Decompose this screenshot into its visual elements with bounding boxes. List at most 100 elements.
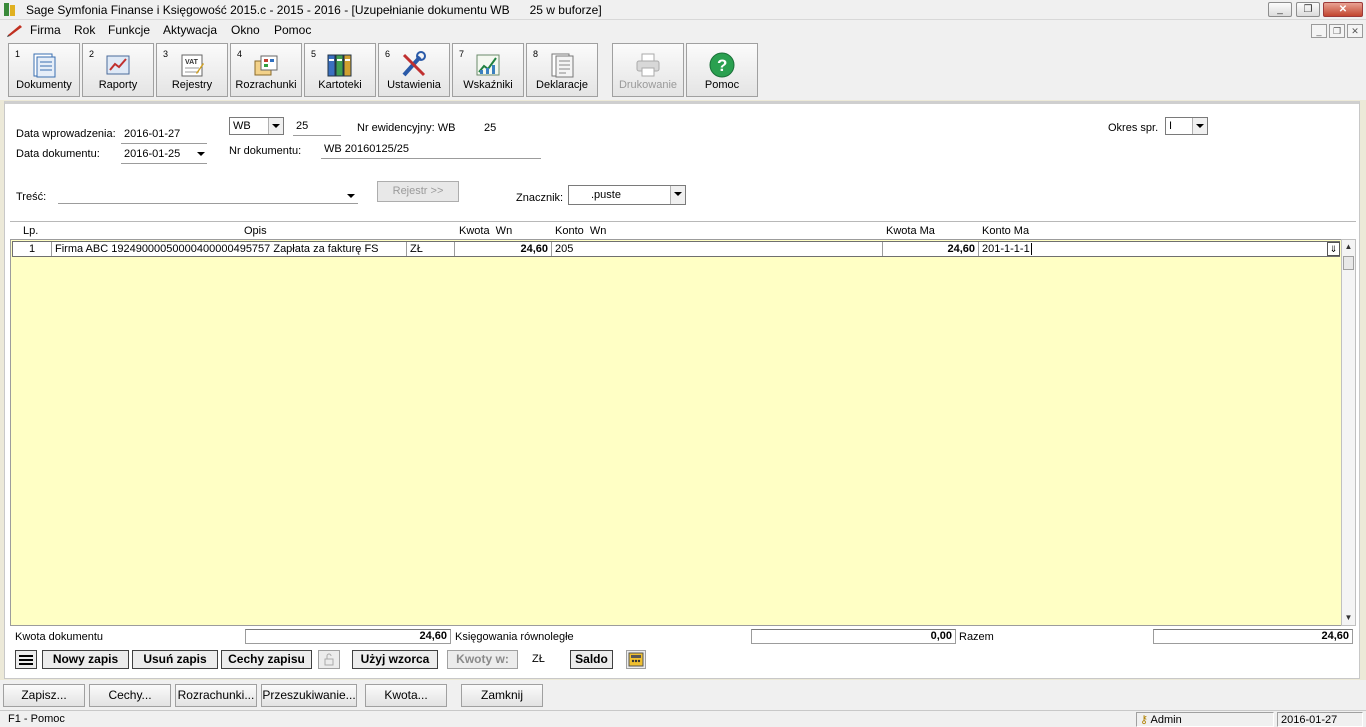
column-konto-wn[interactable]: Konto Wn — [555, 225, 606, 237]
toolbar-label: Raporty — [98, 79, 138, 91]
column-lp[interactable]: Lp. — [23, 225, 38, 237]
cechy-zapisu-button[interactable]: Cechy zapisu — [221, 650, 312, 669]
data-dokumentu-field[interactable]: 2016-01-25 — [121, 148, 207, 164]
menu-funkcje[interactable]: Funkcje — [108, 23, 150, 37]
toolbar-kartoteki-button[interactable]: 5 Kartoteki — [304, 43, 376, 97]
nr-dokumentu-field[interactable]: WB 20160125/25 — [321, 143, 541, 159]
menu-bar: Firma Rok Funkcje Aktywacja Okno Pomoc — [0, 20, 1366, 40]
column-kwota-ma[interactable]: Kwota Ma — [886, 225, 935, 237]
cechy-button[interactable]: Cechy... — [89, 684, 171, 707]
toolbar-dokumenty-button[interactable]: 1 Dokumenty — [8, 43, 80, 97]
tresc-field[interactable] — [58, 188, 358, 204]
svg-text:?: ? — [717, 56, 727, 75]
okres-select[interactable]: I — [1165, 117, 1208, 135]
lock-icon[interactable] — [318, 650, 340, 669]
kwota-dokumentu-label: Kwota dokumentu — [15, 631, 104, 643]
scroll-thumb[interactable] — [1343, 256, 1354, 270]
toolbar-ustawienia-button[interactable]: 6 Ustawienia — [378, 43, 450, 97]
main-toolbar: 1 Dokumenty 2 Raporty 3 VAT Rejestry 4 R… — [0, 40, 1366, 100]
window-title: Sage Symfonia Finanse i Księgowość 2015.… — [26, 3, 602, 17]
cell-kwota-ma[interactable]: 24,60 — [883, 242, 979, 256]
minimize-button[interactable]: _ — [1268, 2, 1292, 17]
document-number-field[interactable]: 25 — [293, 120, 341, 136]
toolbar-wskazniki-button[interactable]: 7 Wskaźniki — [452, 43, 524, 97]
shortcut-number: 5 — [311, 49, 317, 59]
chevron-down-icon[interactable] — [347, 194, 355, 198]
cell-waluta[interactable]: ZŁ — [407, 242, 455, 256]
saldo-button[interactable]: Saldo — [570, 650, 613, 669]
mdi-restore-button[interactable]: ❐ — [1329, 24, 1345, 38]
column-konto-ma[interactable]: Konto Ma — [982, 225, 1029, 237]
chevron-down-icon[interactable] — [268, 118, 283, 134]
menu-lines-icon[interactable] — [15, 650, 37, 669]
column-kwota-wn[interactable]: Kwota Wn — [459, 225, 512, 237]
account-picker-icon[interactable]: ⇓ — [1327, 242, 1340, 256]
shortcut-number: 3 — [163, 49, 169, 59]
cell-konto-wn[interactable]: 205 — [552, 242, 883, 256]
ksiegowania-value: 0,00 — [751, 629, 956, 644]
toolbar-label: Wskaźniki — [463, 79, 513, 91]
records-icon — [327, 54, 352, 77]
toolbar-deklaracje-button[interactable]: 8 Deklaracje — [526, 43, 598, 97]
close-button[interactable]: ✕ — [1323, 2, 1363, 17]
toolbar-label: Rozrachunki — [235, 79, 297, 91]
shortcut-number: 4 — [237, 49, 243, 59]
svg-text:VAT: VAT — [185, 59, 199, 66]
status-user-name: Admin — [1150, 714, 1182, 726]
cell-lp[interactable]: 1 — [13, 242, 52, 256]
znacznik-select[interactable]: .puste — [568, 185, 686, 205]
app-icon — [4, 3, 15, 16]
nr-ewidencyjny-label: Nr ewidencyjny: WB — [357, 122, 456, 134]
mdi-minimize-button[interactable]: _ — [1311, 24, 1327, 38]
rozrachunki-button[interactable]: Rozrachunki... — [175, 684, 257, 707]
calculator-icon[interactable] — [626, 650, 646, 669]
data-wprowadzenia-field[interactable]: 2016-01-27 — [121, 128, 207, 144]
shortcut-number: 7 — [459, 49, 465, 59]
shortcut-number: 6 — [385, 49, 391, 59]
data-dokumentu-label: Data dokumentu: — [16, 148, 100, 160]
settlements-icon — [254, 55, 278, 76]
uzyj-wzorca-button[interactable]: Użyj wzorca — [352, 650, 438, 669]
entries-grid[interactable] — [10, 239, 1342, 626]
chevron-down-icon[interactable] — [670, 186, 685, 204]
zapisz-button[interactable]: Zapisz... — [3, 684, 85, 707]
okres-value: I — [1169, 120, 1173, 132]
nowy-zapis-button[interactable]: Nowy zapis — [42, 650, 129, 669]
table-row[interactable]: 1 Firma ABC 19249000050000400000495757 Z… — [12, 241, 1340, 257]
title-bar: Sage Symfonia Finanse i Księgowość 2015.… — [0, 0, 1366, 20]
toolbar-rejestry-button[interactable]: 3 VAT Rejestry — [156, 43, 228, 97]
document-type-select[interactable]: WB — [229, 117, 284, 135]
restore-button[interactable]: ❐ — [1296, 2, 1320, 17]
toolbar-label: Ustawienia — [387, 79, 441, 91]
zamknij-button[interactable]: Zamknij — [461, 684, 543, 707]
documents-icon — [33, 53, 56, 78]
toolbar-rozrachunki-button[interactable]: 4 Rozrachunki — [230, 43, 302, 97]
menu-okno[interactable]: Okno — [231, 23, 260, 37]
kwoty-w-button[interactable]: Kwoty w: — [447, 650, 518, 669]
cell-kwota-wn[interactable]: 24,60 — [455, 242, 552, 256]
tresc-label: Treść: — [16, 191, 47, 203]
reports-icon — [106, 55, 130, 75]
toolbar-drukowanie-button[interactable]: Drukowanie — [612, 43, 684, 97]
cell-konto-ma[interactable]: 201-1-1-1 — [979, 242, 1325, 256]
column-opis[interactable]: Opis — [244, 225, 267, 237]
mdi-close-button[interactable]: ✕ — [1347, 24, 1363, 38]
toolbar-pomoc-button[interactable]: ? Pomoc — [686, 43, 758, 97]
scroll-down-icon[interactable]: ▼ — [1342, 611, 1355, 625]
toolbar-label: Drukowanie — [618, 79, 678, 91]
cell-opis[interactable]: Firma ABC 19249000050000400000495757 Zap… — [52, 242, 407, 256]
przeszukiwanie-button[interactable]: Przeszukiwanie... — [261, 684, 357, 707]
menu-firma[interactable]: Firma — [30, 23, 61, 37]
toolbar-raporty-button[interactable]: 2 Raporty — [82, 43, 154, 97]
usun-zapis-button[interactable]: Usuń zapis — [132, 650, 218, 669]
kwota-button[interactable]: Kwota... — [365, 684, 447, 707]
chevron-down-icon[interactable] — [197, 152, 205, 156]
menu-rok[interactable]: Rok — [74, 23, 95, 37]
grid-scrollbar[interactable]: ▲ ▼ — [1341, 239, 1356, 626]
menu-pomoc[interactable]: Pomoc — [274, 23, 311, 37]
rejestr-button[interactable]: Rejestr >> — [377, 181, 459, 202]
menu-aktywacja[interactable]: Aktywacja — [163, 23, 217, 37]
chevron-down-icon[interactable] — [1192, 118, 1207, 134]
pen-icon — [7, 25, 22, 37]
scroll-up-icon[interactable]: ▲ — [1342, 240, 1355, 254]
